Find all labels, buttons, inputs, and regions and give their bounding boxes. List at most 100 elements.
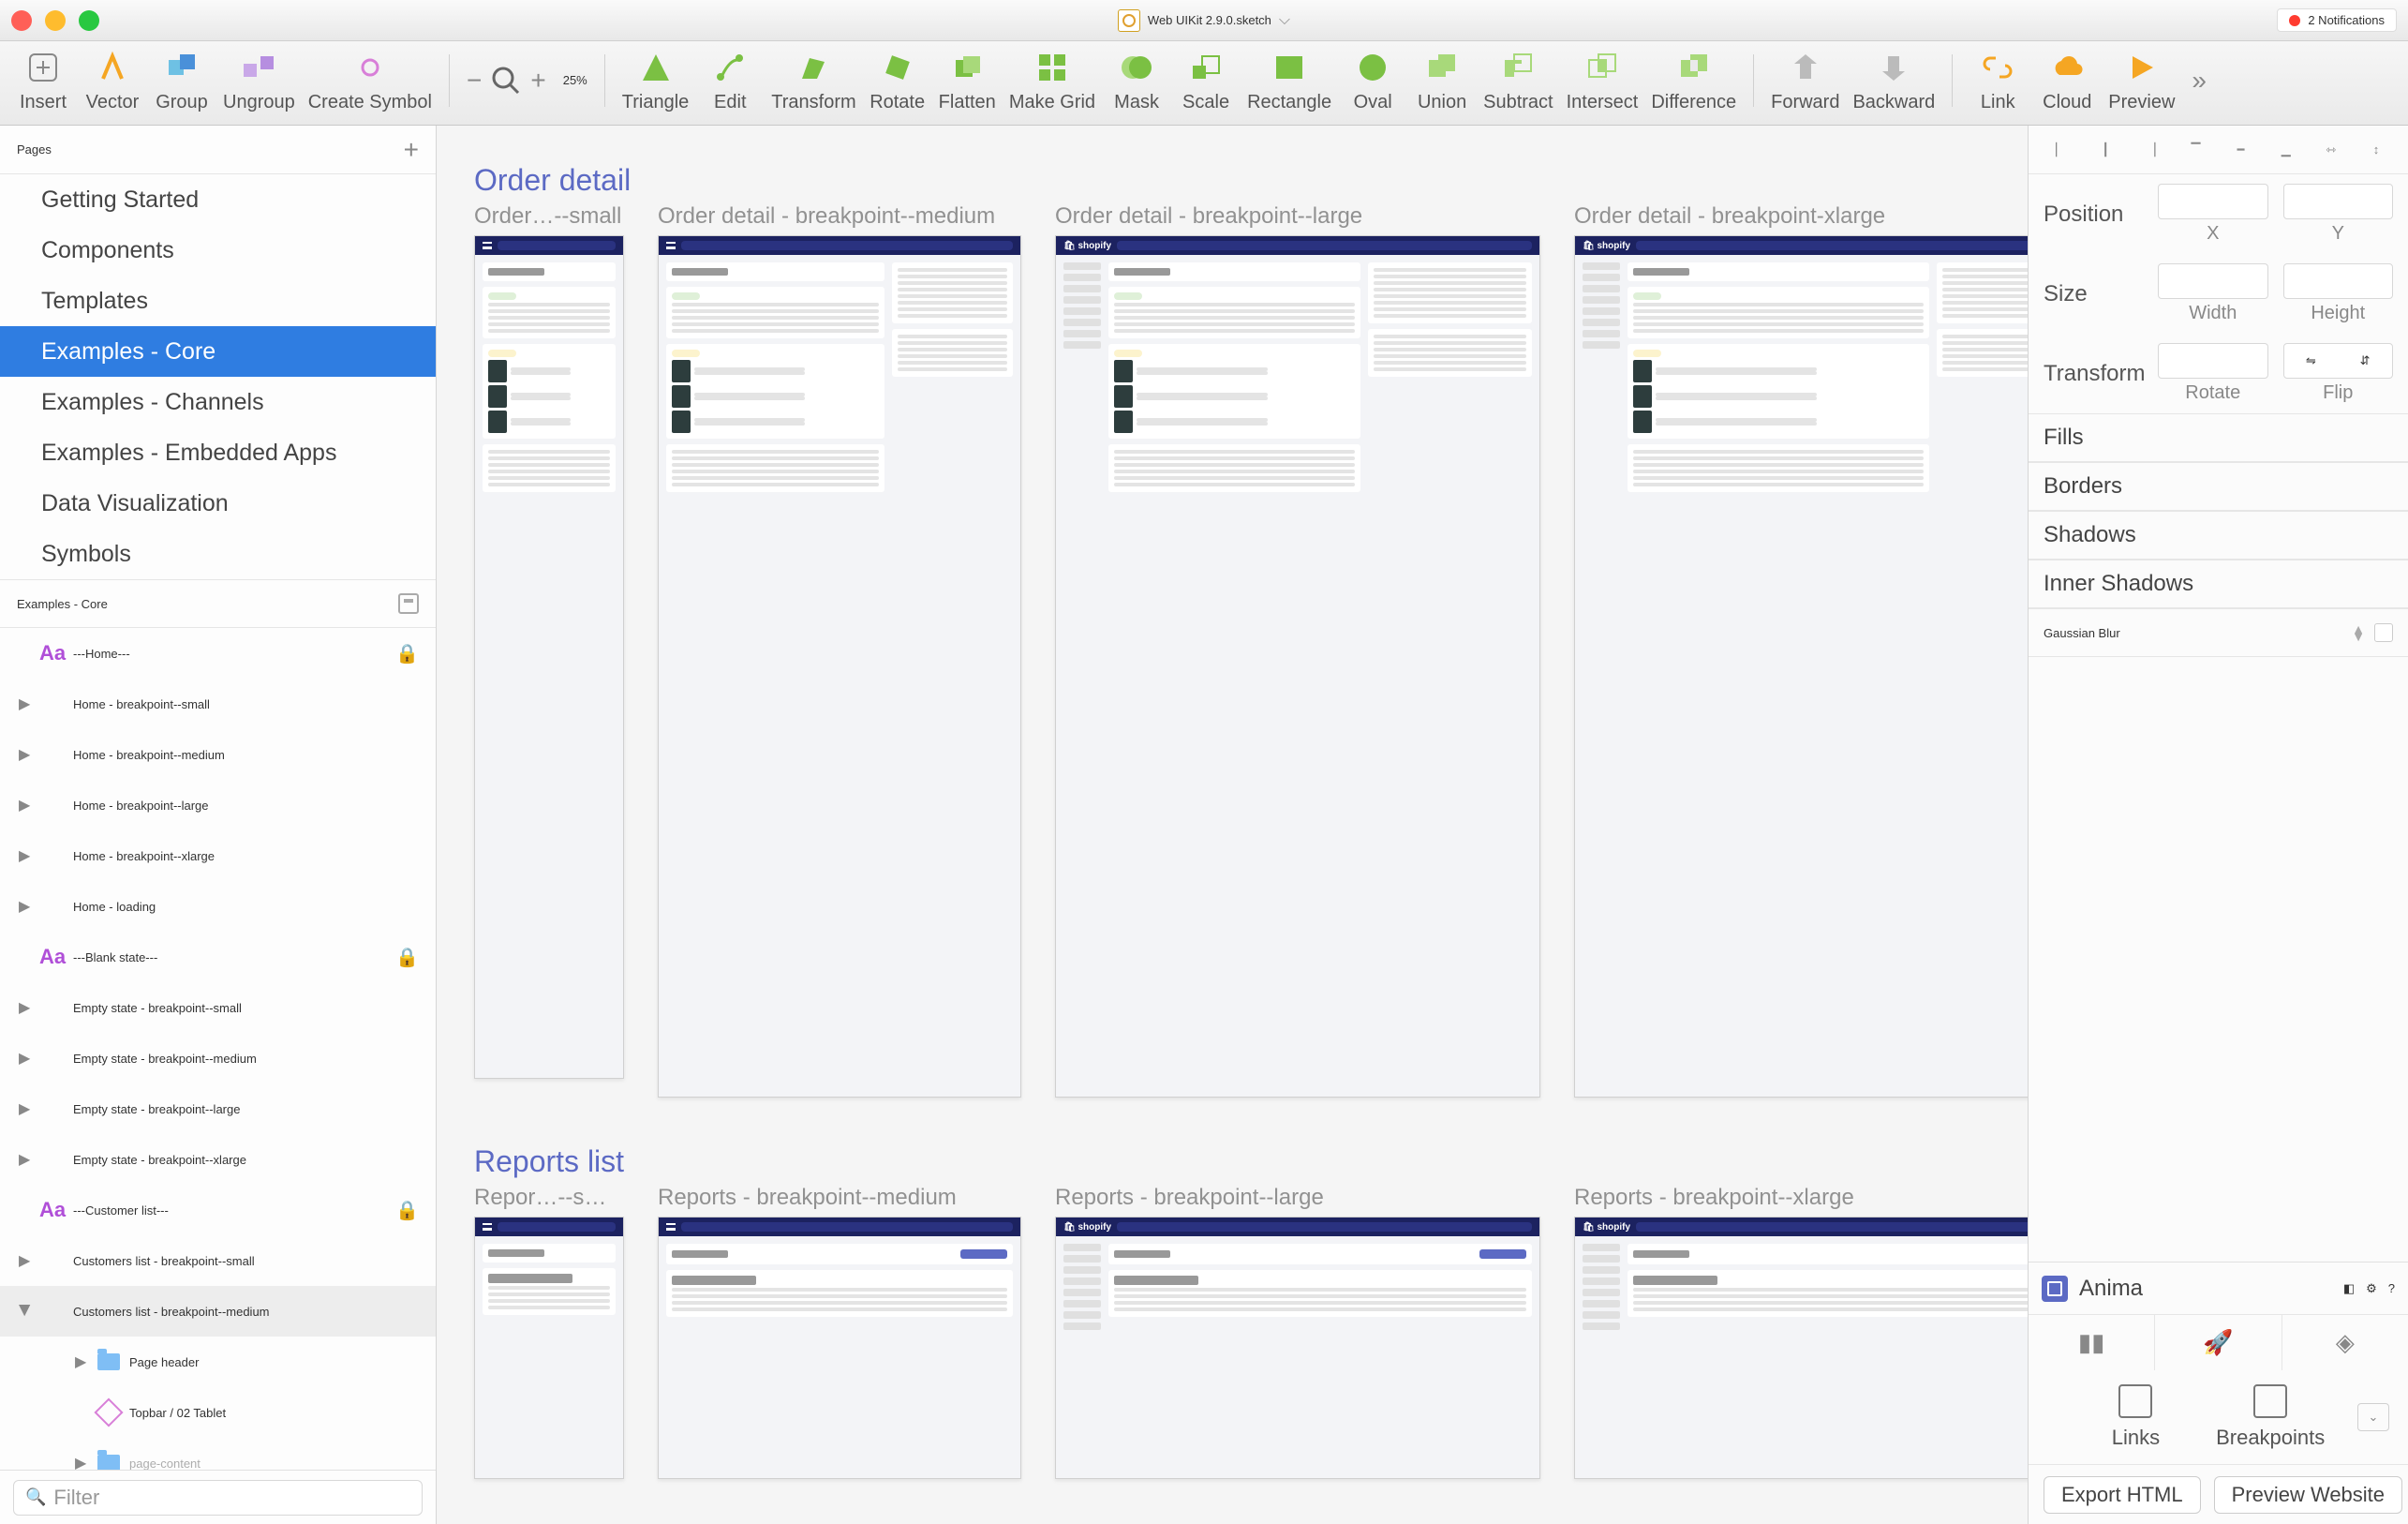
- notifications-pill[interactable]: 2 Notifications: [2277, 8, 2397, 32]
- artboard-thumbnail[interactable]: 🛍 shopify: [1574, 1217, 2028, 1479]
- anima-tab-layout[interactable]: ▮▮: [2029, 1315, 2155, 1370]
- layer-row[interactable]: ▶Empty state - breakpoint--large: [0, 1083, 436, 1134]
- inspector-section[interactable]: Inner Shadows: [2029, 560, 2408, 608]
- disclosure-triangle-icon[interactable]: ▶: [19, 745, 32, 764]
- artboard[interactable]: Reports - breakpoint--medium: [658, 1185, 1021, 1479]
- align-bottom-icon[interactable]: ▁: [2275, 139, 2297, 161]
- lock-icon[interactable]: 🔒: [395, 946, 419, 969]
- artboard[interactable]: Reports - breakpoint--xlarge🛍 shopify: [1574, 1185, 2028, 1479]
- vector-tool-button[interactable]: Vector: [84, 47, 141, 113]
- ungroup-button[interactable]: Ungroup: [223, 47, 295, 113]
- collapse-layers-icon[interactable]: [398, 593, 419, 614]
- layer-row[interactable]: ▶Empty state - breakpoint--medium: [0, 1033, 436, 1083]
- inspector-section[interactable]: Borders: [2029, 462, 2408, 511]
- layer-row[interactable]: ▶Home - loading: [0, 881, 436, 932]
- layer-row[interactable]: ▶Customers list - breakpoint--medium: [0, 1286, 436, 1337]
- preview-button[interactable]: Preview: [2108, 47, 2175, 113]
- page-item[interactable]: Getting Started: [0, 174, 436, 225]
- page-item[interactable]: Examples - Channels: [0, 377, 436, 427]
- align-top-icon[interactable]: ▔: [2184, 139, 2207, 161]
- disclosure-triangle-icon[interactable]: ▶: [75, 1352, 88, 1371]
- artboard[interactable]: Reports - breakpoint--large🛍 shopify: [1055, 1185, 1540, 1479]
- disclosure-triangle-icon[interactable]: ▶: [19, 846, 32, 865]
- anima-tab-prototype[interactable]: 🚀: [2155, 1315, 2282, 1370]
- layer-row[interactable]: ▶Home - breakpoint--small: [0, 679, 436, 729]
- intersect-tool[interactable]: Intersect: [1567, 47, 1639, 113]
- disclosure-triangle-icon[interactable]: ▶: [19, 1099, 32, 1118]
- rectangle-tool[interactable]: Rectangle: [1247, 47, 1331, 113]
- preview-website-button[interactable]: Preview Website: [2214, 1476, 2402, 1514]
- artboard[interactable]: Order…--small: [474, 203, 624, 1098]
- disclosure-triangle-icon[interactable]: ▶: [75, 1454, 88, 1470]
- artboard-thumbnail[interactable]: 🛍 shopify: [1055, 1217, 1540, 1479]
- layer-row[interactable]: ▶Empty state - breakpoint--small: [0, 982, 436, 1033]
- artboard[interactable]: Repor…--small: [474, 1185, 624, 1479]
- flatten-tool[interactable]: Flatten: [939, 47, 996, 113]
- page-item[interactable]: Templates: [0, 276, 436, 326]
- triangle-tool[interactable]: Triangle: [622, 47, 690, 113]
- inspector-section[interactable]: Shadows: [2029, 511, 2408, 560]
- artboard-thumbnail[interactable]: [474, 1217, 624, 1479]
- artboard[interactable]: Order detail - breakpoint--large🛍 shopif…: [1055, 203, 1540, 1098]
- inspector-section[interactable]: Fills: [2029, 413, 2408, 462]
- artboard[interactable]: Order detail - breakpoint-xlarge🛍 shopif…: [1574, 203, 2028, 1098]
- align-left-icon[interactable]: ▏: [2049, 139, 2072, 161]
- create-symbol-button[interactable]: Create Symbol: [308, 47, 432, 113]
- scale-tool[interactable]: Scale: [1178, 47, 1234, 113]
- width-input[interactable]: [2158, 263, 2268, 299]
- layer-row[interactable]: ▶Topbar / 02 Tablet: [0, 1387, 436, 1438]
- artboard-thumbnail[interactable]: [658, 1217, 1021, 1479]
- link-button[interactable]: Link: [1970, 47, 2026, 113]
- cloud-button[interactable]: Cloud: [2039, 47, 2095, 113]
- rotate-tool[interactable]: Rotate: [870, 47, 926, 113]
- artboard[interactable]: Order detail - breakpoint--medium: [658, 203, 1021, 1098]
- page-item[interactable]: Symbols: [0, 529, 436, 579]
- layer-row[interactable]: ▶Home - breakpoint--xlarge: [0, 830, 436, 881]
- zoom-percent[interactable]: 25%: [563, 73, 587, 87]
- zoom-out-button[interactable]: −: [467, 66, 482, 96]
- toolbar-overflow-icon[interactable]: »: [2192, 66, 2207, 96]
- make-grid-tool[interactable]: Make Grid: [1009, 47, 1095, 113]
- artboard-thumbnail[interactable]: [474, 235, 624, 1079]
- add-page-button[interactable]: +: [404, 135, 419, 165]
- edit-tool[interactable]: Edit: [702, 47, 758, 113]
- filter-input[interactable]: 🔍 Filter: [13, 1480, 423, 1516]
- blur-stepper-icon[interactable]: ▲▼: [2352, 625, 2365, 640]
- rotate-input[interactable]: [2158, 343, 2268, 379]
- anima-tools-dropdown[interactable]: ⌄: [2357, 1403, 2389, 1431]
- anima-tab-interaction[interactable]: ◈: [2282, 1315, 2408, 1370]
- layer-row[interactable]: ▶Home - breakpoint--medium: [0, 729, 436, 780]
- subtract-tool[interactable]: Subtract: [1483, 47, 1553, 113]
- union-tool[interactable]: Union: [1414, 47, 1470, 113]
- lock-icon[interactable]: 🔒: [395, 642, 419, 665]
- anima-help-icon[interactable]: ?: [2388, 1281, 2395, 1296]
- zoom-in-button[interactable]: +: [530, 66, 545, 96]
- zoom-magnifier-icon[interactable]: [489, 64, 523, 97]
- backward-button[interactable]: Backward: [1852, 47, 1935, 113]
- anima-breakpoints-tool[interactable]: Breakpoints: [2216, 1384, 2325, 1450]
- disclosure-triangle-icon[interactable]: ▶: [19, 897, 32, 916]
- layer-row[interactable]: ▶Aa---Customer list---🔒: [0, 1185, 436, 1235]
- anima-settings-icon[interactable]: ⚙: [2366, 1281, 2377, 1296]
- align-hcenter-icon[interactable]: ┃: [2094, 139, 2117, 161]
- disclosure-triangle-icon[interactable]: ▶: [19, 1251, 32, 1270]
- layer-row[interactable]: ▶Aa---Blank state---🔒: [0, 932, 436, 982]
- artboard-thumbnail[interactable]: 🛍 shopify: [1055, 235, 1540, 1098]
- distribute-h-icon[interactable]: ⇿: [2320, 139, 2342, 161]
- align-vcenter-icon[interactable]: ━: [2230, 139, 2252, 161]
- title-dropdown-chevron[interactable]: ⌵: [1279, 12, 1290, 29]
- flip-control[interactable]: ⇋⇵: [2283, 343, 2394, 379]
- height-input[interactable]: [2283, 263, 2394, 299]
- anima-panel-icon[interactable]: ◧: [2343, 1281, 2355, 1296]
- canvas[interactable]: Order detailOrder…--smallOrder detail - …: [437, 126, 2028, 1524]
- blur-checkbox[interactable]: [2374, 623, 2393, 642]
- insert-button[interactable]: Insert: [15, 47, 71, 113]
- position-x-input[interactable]: [2158, 184, 2268, 219]
- disclosure-triangle-icon[interactable]: ▶: [16, 1305, 35, 1318]
- disclosure-triangle-icon[interactable]: ▶: [19, 998, 32, 1017]
- disclosure-triangle-icon[interactable]: ▶: [19, 695, 32, 713]
- difference-tool[interactable]: Difference: [1651, 47, 1736, 113]
- anima-links-tool[interactable]: Links: [2112, 1384, 2160, 1450]
- gaussian-blur-section[interactable]: Gaussian Blur ▲▼: [2029, 608, 2408, 657]
- layer-row[interactable]: ▶Customers list - breakpoint--small: [0, 1235, 436, 1286]
